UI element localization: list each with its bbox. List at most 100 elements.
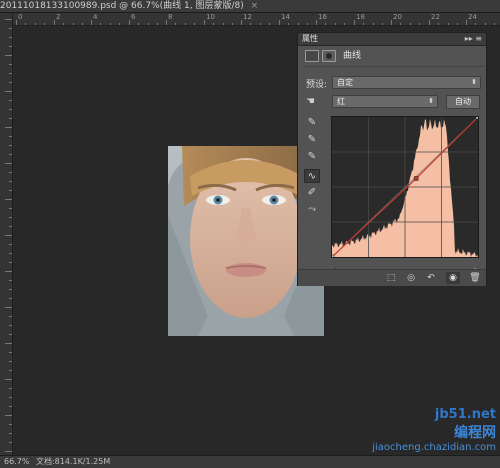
auto-button[interactable]: 自动 (446, 95, 480, 109)
ruler-minor-tick (269, 23, 270, 25)
preset-value: 自定 (337, 78, 353, 87)
ruler-minor-tick (410, 23, 411, 25)
ruler-number: 18 (356, 13, 365, 21)
ruler-number: 8 (168, 13, 173, 21)
ruler-tick (9, 262, 12, 263)
ruler-tick (9, 280, 12, 281)
smooth-curve-icon[interactable]: ⤳ (304, 203, 320, 217)
input-slider-row[interactable] (331, 259, 479, 274)
ruler-tick (9, 424, 12, 425)
ruler-top[interactable]: 0 2 4 6 8 10 12 14 16 18 20 22 24 (12, 13, 500, 26)
ruler-minor-tick (400, 23, 401, 25)
delete-adjustment-icon[interactable]: 🗑 (468, 272, 482, 284)
preset-label: 预设: (306, 80, 328, 90)
ruler-minor-tick (82, 23, 83, 25)
ruler-minor-tick (475, 23, 476, 25)
ruler-number: 12 (243, 13, 252, 21)
ruler-minor-tick (298, 23, 299, 25)
ruler-tick (9, 136, 12, 137)
layer-mask-icon[interactable] (322, 50, 336, 62)
curves-adjustment-icon[interactable] (305, 50, 319, 62)
preset-select[interactable]: 自定 ⬍ (332, 76, 481, 89)
curves-graph[interactable] (329, 114, 481, 260)
channel-value: 红 (337, 97, 345, 106)
ruler-minor-tick (157, 23, 158, 25)
ruler-minor-tick (63, 23, 64, 25)
ruler-minor-tick (485, 23, 486, 25)
ruler-minor-tick (250, 23, 251, 25)
ruler-tick (5, 163, 12, 164)
panel-menu-icon[interactable]: ≡ (475, 34, 482, 43)
ruler-number: 14 (281, 13, 290, 21)
sample-highlight-eyedropper-icon[interactable]: ✎ (304, 150, 320, 164)
ruler-minor-tick (194, 23, 195, 25)
ruler-tick (9, 109, 12, 110)
ruler-minor-tick (73, 23, 74, 25)
ruler-tick (9, 181, 12, 182)
properties-panel[interactable]: 属性 ▸▸ ≡ 曲线 预设: 自定 ⬍ ☚ 红 ⬍ 自动 ✎ ✎ ✎ ∿ ✐ ⤳ ⬚ ◎ ↶ ◉… (297, 32, 487, 286)
curve-point-tool-icon[interactable]: ∿ (304, 169, 320, 183)
sample-midtone-eyedropper-icon[interactable]: ✎ (304, 133, 320, 147)
document-tab[interactable]: 20111018133100989.psd @ 66.7%(曲线 1, 图层蒙版… (0, 0, 500, 13)
panel-collapse-icon[interactable]: ▸▸ ≡ (465, 33, 482, 45)
ruler-tick (9, 352, 12, 353)
ruler-tick (166, 20, 167, 25)
ruler-tick (466, 20, 467, 25)
ruler-minor-tick (382, 23, 383, 25)
ruler-tick (279, 20, 280, 25)
ruler-number: 16 (318, 13, 327, 21)
ruler-minor-tick (185, 23, 186, 25)
ruler-tick (9, 253, 12, 254)
ruler-tick (316, 20, 317, 25)
document-info[interactable]: 文档:814.1K/1.25M (36, 457, 110, 466)
ruler-tick (5, 343, 12, 344)
ruler-tick (9, 397, 12, 398)
zoom-level[interactable]: 66.7% (4, 457, 29, 466)
adjustment-title: 曲线 (343, 51, 362, 61)
ruler-tick (5, 127, 12, 128)
view-previous-state-icon[interactable]: ◎ (404, 272, 418, 284)
ruler-minor-tick (260, 23, 261, 25)
ruler-left[interactable] (0, 13, 13, 455)
ruler-tick (9, 370, 12, 371)
collapse-glyph: ▸▸ (464, 34, 473, 43)
watermark-sub: jiaocheng.chazidian.com (372, 442, 496, 453)
ruler-tick (5, 415, 12, 416)
ruler-tick (9, 208, 12, 209)
ruler-minor-tick (325, 23, 326, 25)
ruler-tick (54, 20, 55, 25)
ruler-minor-tick (100, 23, 101, 25)
ruler-minor-tick (110, 23, 111, 25)
close-tab-icon[interactable]: × (251, 1, 259, 11)
ruler-tick (129, 20, 130, 25)
ruler-minor-tick (344, 23, 345, 25)
sample-shadow-eyedropper-icon[interactable]: ✎ (304, 116, 320, 130)
on-image-adjust-hand-icon[interactable]: ☚ (306, 96, 320, 108)
visibility-eye-icon[interactable]: ◉ (446, 272, 460, 284)
panel-bottom-toolbar: ⬚ ◎ ↶ ◉ 🗑 (298, 269, 486, 286)
clip-to-layer-icon[interactable]: ⬚ (384, 272, 398, 284)
reset-adjustment-icon[interactable]: ↶ (424, 272, 438, 284)
ruler-number: 10 (206, 13, 215, 21)
watermark: jb51.net 编程网 jiaocheng.chazidian.com (372, 407, 496, 453)
ruler-tick (9, 118, 12, 119)
ruler-tick (204, 20, 205, 25)
ruler-minor-tick (457, 23, 458, 25)
channel-select[interactable]: 红 ⬍ (332, 95, 438, 108)
panel-header: 属性 ▸▸ ≡ (298, 33, 486, 46)
tab-properties[interactable]: 属性 (302, 33, 318, 45)
pencil-draw-icon[interactable]: ✐ (304, 186, 320, 200)
ruler-tick (9, 316, 12, 317)
document-title: 20111018133100989.psd @ 66.7%(曲线 1, 图层蒙版… (0, 1, 244, 11)
ruler-tick (429, 20, 430, 25)
ruler-tick (9, 64, 12, 65)
ruler-tick (9, 73, 12, 74)
ruler-number: 22 (431, 13, 440, 21)
ruler-tick (5, 379, 12, 380)
ruler-tick (354, 20, 355, 25)
ruler-tick (9, 406, 12, 407)
ruler-minor-tick (448, 23, 449, 25)
ruler-minor-tick (373, 23, 374, 25)
ruler-minor-tick (138, 23, 139, 25)
ruler-tick (9, 46, 12, 47)
